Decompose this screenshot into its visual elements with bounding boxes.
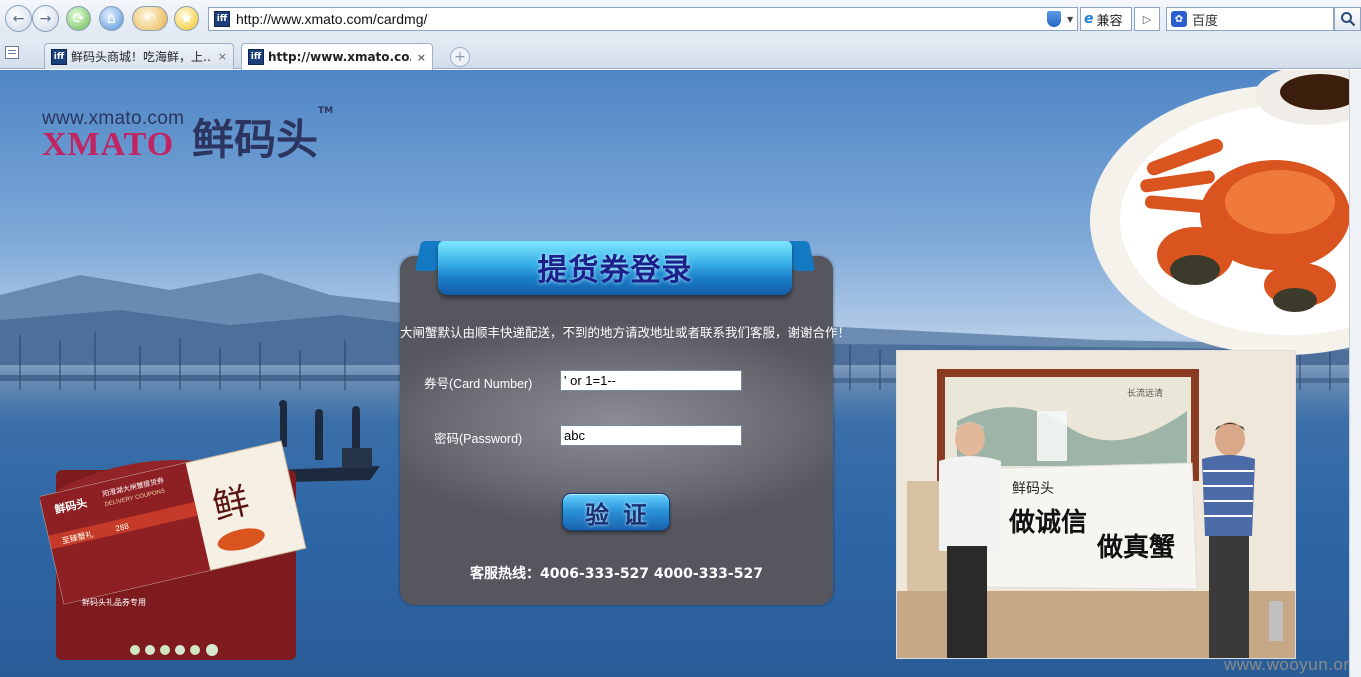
logo-tm: TM xyxy=(318,106,334,116)
tab-label: 鲜码头商城！吃海鲜，上… xyxy=(71,50,212,64)
forward-arrow-icon: → xyxy=(39,10,52,27)
refresh-button[interactable]: ⟳ xyxy=(66,6,91,31)
site-favicon-icon: iff xyxy=(214,11,230,27)
calligraphy-line-2: 做真蟹 xyxy=(1096,532,1175,563)
login-panel: 大闸蟹默认由顺丰快递配送，不到的地方请改地址或者联系我们客服，谢谢合作！ 券号(… xyxy=(400,256,851,605)
calligraphy-line-1: 做诚信 xyxy=(1008,508,1087,538)
search-icon xyxy=(1340,12,1355,27)
baidu-paw-icon: ✿ xyxy=(1171,11,1187,27)
compat-label: 兼容 xyxy=(1096,13,1123,29)
tab-favicon-icon: iff xyxy=(51,48,67,65)
forward-button[interactable]: → xyxy=(32,5,59,32)
tab-label: http://www.xmato.co… xyxy=(268,50,411,64)
crab-plate-image xyxy=(1090,70,1349,355)
undo-icon: ↶ xyxy=(144,10,156,27)
password-label: 密码(Password) xyxy=(434,432,523,446)
login-title-ribbon: 提货券登录 xyxy=(414,241,816,297)
site-logo[interactable]: www.xmato.com XMATO 鲜码头TM xyxy=(42,106,333,164)
card-number-input[interactable] xyxy=(560,370,742,391)
back-button[interactable]: ← xyxy=(5,5,32,32)
search-button[interactable] xyxy=(1334,7,1361,31)
coupon-card-image: 鲜码头 阳澄湖大闸蟹提货券 DELIVERY COUPONS 至臻蟹礼 288 … xyxy=(40,440,307,660)
go-button[interactable]: ▷ xyxy=(1134,7,1160,31)
tab-xmato-shop[interactable]: iff 鲜码头商城！吃海鲜，上… × xyxy=(44,43,234,69)
ie-icon: e xyxy=(1084,11,1094,27)
tab-close-icon[interactable]: × xyxy=(417,51,426,64)
chevron-down-icon[interactable]: ▼ xyxy=(1067,15,1077,24)
address-text[interactable]: http://www.xmato.com/cardmg/ xyxy=(236,11,1047,27)
security-shield-icon[interactable] xyxy=(1047,11,1061,27)
search-input[interactable]: 百度 xyxy=(1192,10,1218,29)
calligraphy-top: 鲜码头 xyxy=(1012,481,1054,497)
tab-close-icon[interactable]: × xyxy=(218,50,227,63)
tab-bar: iff 鲜码头商城！吃海鲜，上… × iff http://www.xmato.… xyxy=(0,38,1361,70)
tab-cardmg[interactable]: iff http://www.xmato.co… × xyxy=(241,43,433,70)
tab-favicon-icon: iff xyxy=(248,49,264,65)
vertical-scrollbar[interactable] xyxy=(1349,70,1361,677)
home-button[interactable]: ⌂ xyxy=(99,6,124,31)
new-tab-button[interactable]: + xyxy=(450,47,470,67)
sidebar-toggle-icon[interactable] xyxy=(5,46,19,59)
envelope-text: 鲜码头礼品券专用 xyxy=(82,597,146,607)
browser-toolbar: ← → ⟳ ⌂ ↶ ★ iff http://www.xmato.com/car… xyxy=(0,0,1361,38)
refresh-icon: ⟳ xyxy=(72,10,85,27)
star-icon: ★ xyxy=(180,10,193,27)
calligraphy-photo: 长流远清 鲜码头 做诚信 做真蟹 xyxy=(896,350,1296,659)
home-icon: ⌂ xyxy=(107,10,116,27)
compat-mode-button[interactable]: e 兼容 xyxy=(1080,7,1132,31)
page-viewport: www.xmato.com XMATO 鲜码头TM 鲜码头 阳澄湖大闸蟹提货券 … xyxy=(0,70,1349,677)
logo-chinese-text: 鲜码头TM xyxy=(192,106,333,167)
address-bar[interactable]: iff http://www.xmato.com/cardmg/ ▼ xyxy=(208,7,1078,31)
painting-title: 长流远清 xyxy=(1127,387,1163,399)
logo-brand-text: XMATO xyxy=(42,126,175,163)
login-title: 提货券登录 xyxy=(537,253,693,288)
favorites-button[interactable]: ★ xyxy=(174,6,199,31)
password-input[interactable] xyxy=(560,425,742,446)
photo-scene: 长流远清 鲜码头 做诚信 做真蟹 xyxy=(897,351,1295,658)
back-arrow-icon: ← xyxy=(12,10,25,27)
logo-cn-chars: 鲜码头 xyxy=(192,115,319,164)
card-number-label: 券号(Card Number) xyxy=(424,377,533,391)
watermark: www.wooyun.org xyxy=(1224,655,1349,674)
search-box[interactable]: ✿ 百度 xyxy=(1166,7,1334,31)
play-icon: ▷ xyxy=(1142,12,1152,26)
verify-button[interactable]: 验证 xyxy=(562,493,670,531)
customer-hotline: 客服热线：4006-333-527 4000-333-527 xyxy=(470,566,763,582)
undo-close-button[interactable]: ↶ xyxy=(132,6,168,31)
delivery-notice: 大闸蟹默认由顺丰快递配送，不到的地方请改地址或者联系我们客服，谢谢合作！ xyxy=(400,325,851,340)
